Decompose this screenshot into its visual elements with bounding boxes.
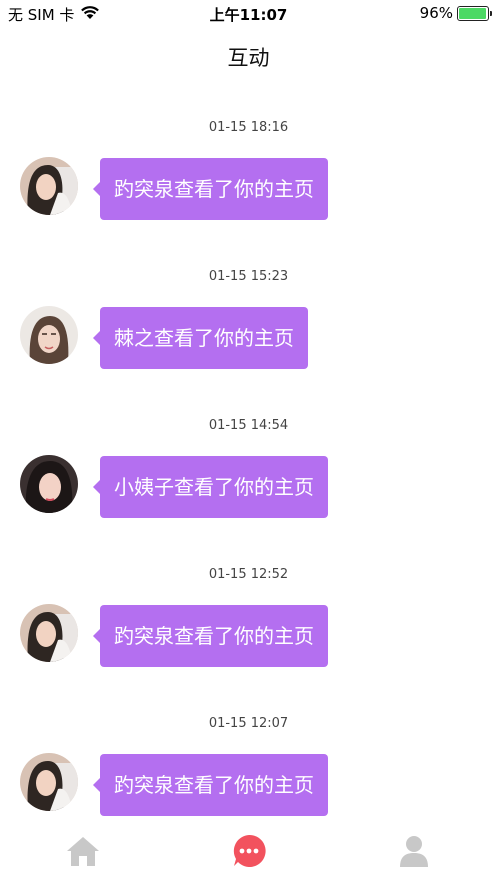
timestamp: 01-15 12:07 bbox=[208, 716, 289, 731]
home-icon bbox=[66, 835, 100, 871]
battery-level bbox=[459, 7, 486, 19]
user-icon bbox=[398, 834, 430, 872]
list-item[interactable]: 01-15 15:23 棘之查看了你的主页 bbox=[0, 261, 497, 410]
message-bubble[interactable]: 小姨子查看了你的主页 bbox=[93, 456, 328, 518]
timestamp: 01-15 15:23 bbox=[208, 269, 289, 284]
tab-messages[interactable] bbox=[229, 833, 269, 873]
avatar[interactable] bbox=[20, 306, 78, 364]
avatar[interactable] bbox=[20, 753, 78, 811]
timestamp: 01-15 18:16 bbox=[208, 120, 289, 135]
message-bubble[interactable]: 趵突泉查看了你的主页 bbox=[93, 754, 328, 816]
tab-bar bbox=[0, 825, 497, 883]
message-bubble[interactable]: 棘之查看了你的主页 bbox=[93, 307, 308, 369]
list-item[interactable]: 01-15 12:52 趵突泉查看了你的主页 bbox=[0, 559, 497, 708]
avatar[interactable] bbox=[20, 455, 78, 513]
battery-icon bbox=[457, 5, 492, 21]
message-bubble[interactable]: 趵突泉查看了你的主页 bbox=[93, 605, 328, 667]
avatar[interactable] bbox=[20, 157, 78, 215]
tab-profile[interactable] bbox=[394, 833, 434, 873]
status-right: 96% bbox=[419, 4, 492, 22]
tab-home[interactable] bbox=[63, 833, 103, 873]
avatar[interactable] bbox=[20, 604, 78, 662]
timestamp: 01-15 14:54 bbox=[208, 418, 289, 433]
list-item[interactable]: 01-15 18:16 趵突泉查看了你的主页 bbox=[0, 112, 497, 261]
interaction-list: 01-15 18:16 趵突泉查看了你的主页 01-15 15:23 棘之查看了… bbox=[0, 112, 497, 857]
message-bubble[interactable]: 趵突泉查看了你的主页 bbox=[93, 158, 328, 220]
timestamp: 01-15 12:52 bbox=[208, 567, 289, 582]
battery-percent: 96% bbox=[419, 4, 453, 22]
page-title: 互动 bbox=[227, 46, 270, 70]
message-icon bbox=[232, 834, 266, 872]
list-item[interactable]: 01-15 14:54 小姨子查看了你的主页 bbox=[0, 410, 497, 559]
status-bar: 无 SIM 卡 上午11:07 96% bbox=[0, 0, 497, 28]
